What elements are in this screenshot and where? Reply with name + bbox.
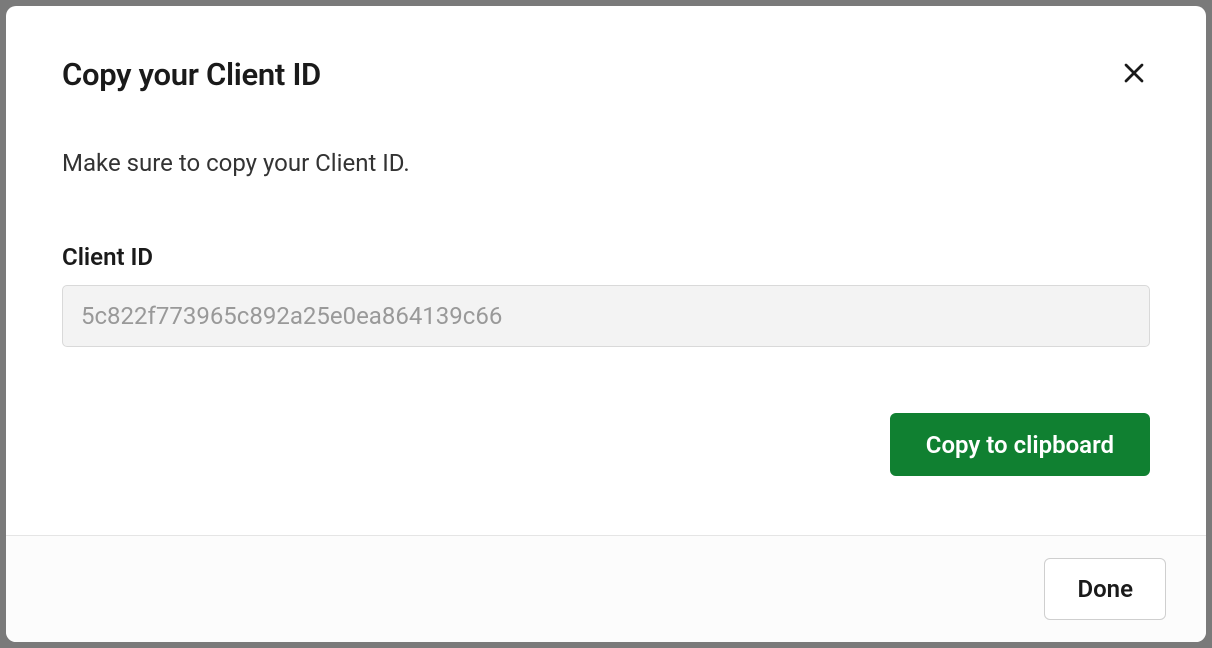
- instruction-text: Make sure to copy your Client ID.: [62, 149, 1150, 177]
- close-icon: [1122, 61, 1146, 88]
- client-id-label: Client ID: [62, 243, 1150, 271]
- client-id-input[interactable]: [62, 285, 1150, 347]
- modal-title: Copy your Client ID: [62, 56, 321, 93]
- modal-footer: Done: [6, 535, 1206, 642]
- copy-row: Copy to clipboard: [62, 413, 1150, 476]
- done-button[interactable]: Done: [1044, 558, 1166, 620]
- copy-to-clipboard-button[interactable]: Copy to clipboard: [890, 413, 1150, 476]
- modal-body: Make sure to copy your Client ID. Client…: [6, 93, 1206, 535]
- copy-client-id-modal: Copy your Client ID Make sure to copy yo…: [6, 6, 1206, 642]
- close-button[interactable]: [1118, 57, 1150, 92]
- modal-header: Copy your Client ID: [6, 6, 1206, 93]
